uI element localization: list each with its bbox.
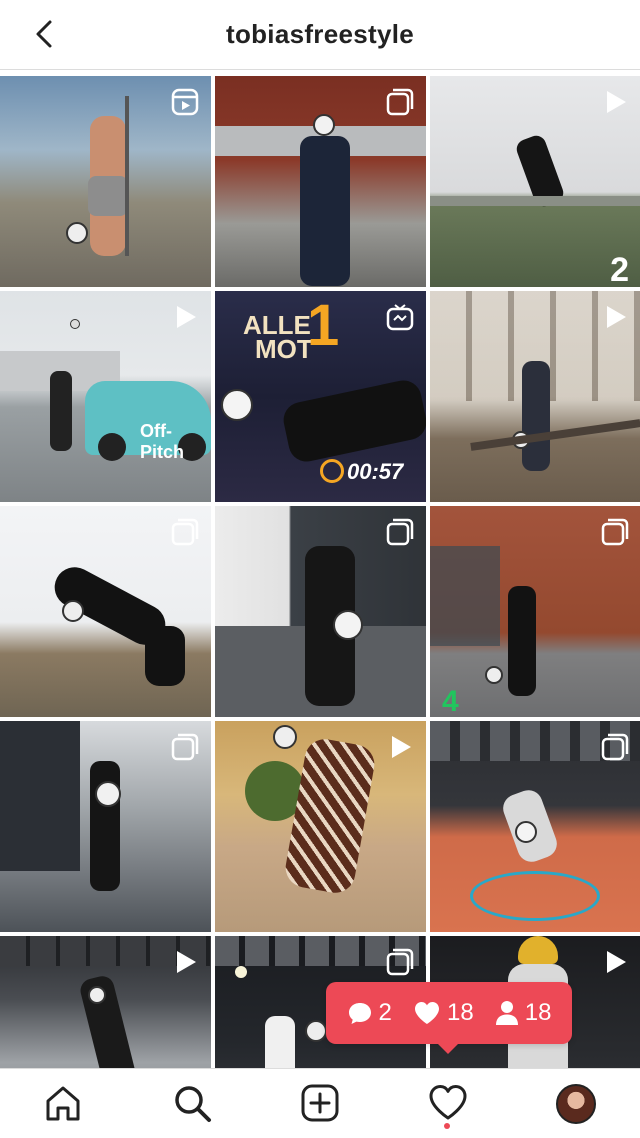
carousel-icon: [171, 518, 199, 546]
igtv-icon: [386, 304, 414, 331]
reel-icon: [171, 88, 199, 116]
overlay-text-mot: MOT: [255, 334, 313, 364]
car-text: Off-Pitch: [140, 421, 185, 462]
likes-count: 18: [413, 999, 474, 1027]
followers-count: 18: [495, 999, 552, 1027]
post-tile[interactable]: [430, 291, 640, 502]
carousel-icon: [386, 518, 414, 546]
search-icon[interactable]: [172, 1083, 212, 1123]
post-tile[interactable]: Off-Pitch: [0, 291, 211, 502]
posts-grid: 2 Off-Pitch ALLE MOT 1 00:57 4: [0, 76, 640, 1068]
post-tile[interactable]: [430, 721, 640, 932]
post-tile[interactable]: ALLE MOT 1 00:57: [215, 291, 426, 502]
post-tile[interactable]: 4: [430, 506, 640, 717]
activity-heart-icon[interactable]: [428, 1083, 468, 1123]
post-tile[interactable]: [215, 76, 426, 287]
post-tile[interactable]: [0, 76, 211, 287]
add-post-icon[interactable]: [300, 1083, 340, 1123]
activity-notification-dot: [444, 1123, 450, 1129]
video-icon: [177, 306, 196, 328]
overlay-number: 2: [610, 251, 629, 287]
activity-notification-bubble[interactable]: 2 18 18: [326, 982, 572, 1054]
carousel-icon: [601, 518, 629, 546]
timer: 00:57: [347, 459, 404, 484]
carousel-icon: [601, 733, 629, 761]
overlay-number: 4: [442, 685, 459, 717]
post-tile[interactable]: [0, 936, 211, 1068]
post-tile[interactable]: [215, 506, 426, 717]
likes-value: 18: [446, 999, 474, 1026]
comment-icon: [348, 1003, 371, 1024]
heart-icon: [414, 1002, 439, 1024]
comments-count: 2: [347, 999, 392, 1027]
person-icon: [495, 1001, 518, 1025]
video-icon: [607, 91, 626, 113]
video-icon: [607, 951, 626, 973]
followers-value: 18: [524, 999, 552, 1026]
video-icon: [392, 736, 411, 758]
video-icon: [177, 951, 196, 973]
post-tile[interactable]: [0, 721, 211, 932]
carousel-icon: [386, 948, 414, 976]
post-tile[interactable]: [215, 721, 426, 932]
home-icon[interactable]: [43, 1083, 83, 1123]
bottom-tab-bar: [0, 1068, 640, 1138]
comments-value: 2: [378, 999, 392, 1026]
post-tile[interactable]: [0, 506, 211, 717]
video-icon: [607, 306, 626, 328]
top-bar: tobiasfreestyle: [0, 0, 640, 70]
carousel-icon: [386, 88, 414, 116]
profile-username-title: tobiasfreestyle: [225, 19, 415, 49]
overlay-text-number: 1: [307, 293, 340, 358]
carousel-icon: [171, 733, 199, 761]
post-tile[interactable]: 2: [430, 76, 640, 287]
profile-avatar[interactable]: [556, 1084, 596, 1124]
